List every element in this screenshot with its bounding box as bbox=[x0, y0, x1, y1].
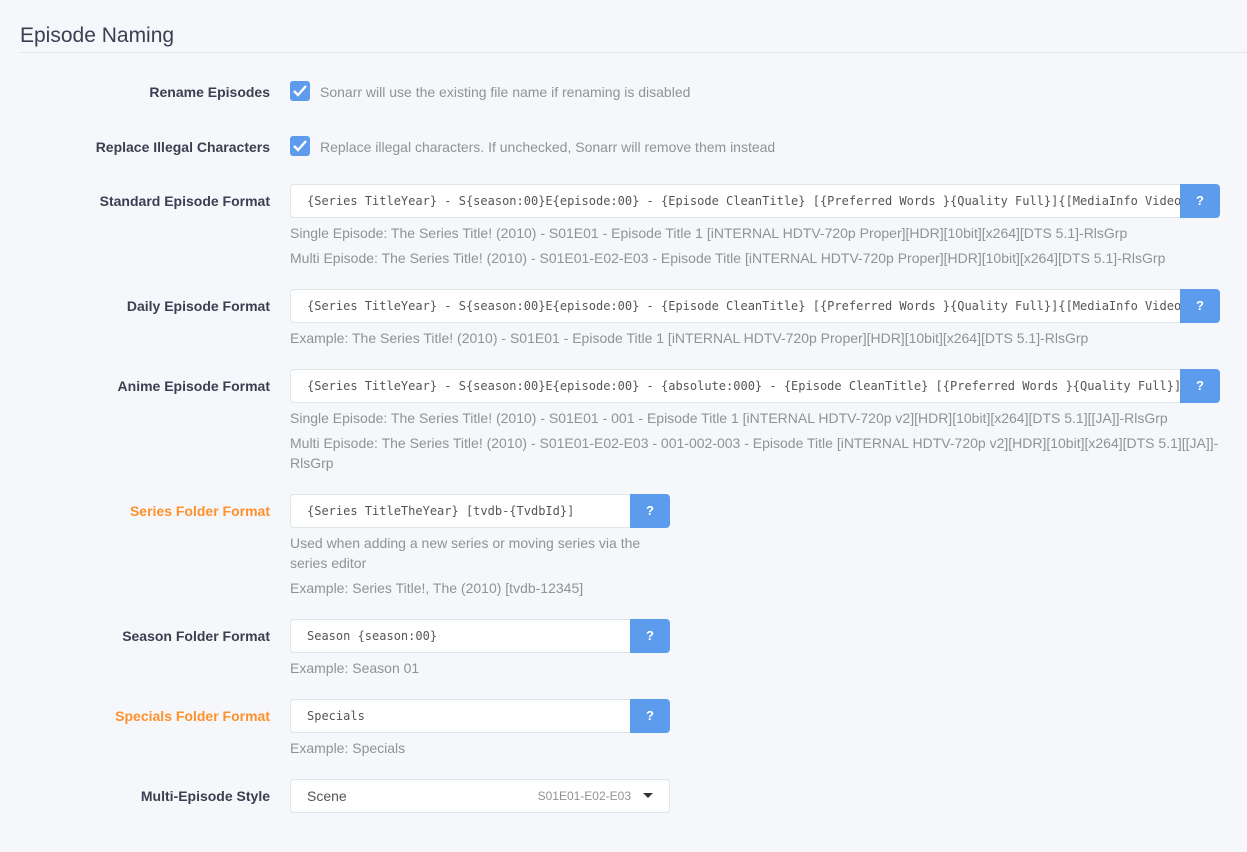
season-folder-group: Season {season:00} ? bbox=[290, 619, 670, 653]
daily-format-input[interactable]: {Series TitleYear} - S{season:00}E{episo… bbox=[290, 289, 1180, 323]
checkmark-icon bbox=[293, 85, 307, 97]
standard-format-example-single: Single Episode: The Series Title! (2010)… bbox=[290, 225, 1128, 241]
daily-format-example: Example: The Series Title! (2010) - S01E… bbox=[290, 330, 1089, 346]
season-folder-label: Season Folder Format bbox=[122, 628, 270, 644]
anime-format-input[interactable]: {Series TitleYear} - S{season:00}E{episo… bbox=[290, 369, 1180, 403]
standard-format-input[interactable]: {Series TitleYear} - S{season:00}E{episo… bbox=[290, 184, 1180, 218]
daily-format-help-button[interactable]: ? bbox=[1180, 289, 1220, 323]
replace-illegal-label: Replace Illegal Characters bbox=[95, 139, 270, 155]
multi-episode-value: Scene bbox=[307, 788, 347, 804]
rename-episodes-help: Sonarr will use the existing file name i… bbox=[320, 84, 691, 100]
anime-format-example-multi: Multi Episode: The Series Title! (2010) … bbox=[290, 435, 1219, 451]
season-folder-help-button[interactable]: ? bbox=[630, 619, 670, 653]
rename-episodes-checkbox[interactable] bbox=[290, 81, 310, 101]
daily-format-group: {Series TitleYear} - S{season:00}E{episo… bbox=[290, 289, 1220, 323]
series-folder-example: Example: Series Title!, The (2010) [tvdb… bbox=[290, 580, 584, 596]
series-folder-label: Series Folder Format bbox=[129, 503, 270, 519]
section-divider bbox=[20, 52, 1247, 53]
season-folder-input[interactable]: Season {season:00} bbox=[290, 619, 630, 653]
specials-folder-label: Specials Folder Format bbox=[115, 708, 270, 724]
chevron-down-icon bbox=[643, 793, 653, 798]
rename-episodes-label: Rename Episodes bbox=[149, 84, 270, 100]
specials-folder-input[interactable]: Specials bbox=[290, 699, 630, 733]
section-title: Episode Naming bbox=[20, 24, 175, 47]
multi-episode-hint: S01E01-E02-E03 bbox=[537, 789, 631, 803]
standard-format-help-button[interactable]: ? bbox=[1180, 184, 1220, 218]
specials-folder-example: Example: Specials bbox=[290, 740, 406, 756]
series-folder-input[interactable]: {Series TitleTheYear} [tvdb-{TvdbId}] bbox=[290, 494, 630, 528]
specials-folder-group: Specials ? bbox=[290, 699, 670, 733]
multi-episode-select[interactable]: Scene S01E01-E02-E03 bbox=[290, 779, 670, 813]
anime-format-label: Anime Episode Format bbox=[117, 378, 270, 394]
season-folder-example: Example: Season 01 bbox=[290, 660, 420, 676]
anime-format-example-single: Single Episode: The Series Title! (2010)… bbox=[290, 410, 1168, 426]
standard-format-example-multi: Multi Episode: The Series Title! (2010) … bbox=[290, 250, 1166, 266]
standard-format-group: {Series TitleYear} - S{season:00}E{episo… bbox=[290, 184, 1220, 218]
series-folder-help-line2: series editor bbox=[290, 555, 367, 571]
checkmark-icon bbox=[293, 140, 307, 152]
specials-folder-help-button[interactable]: ? bbox=[630, 699, 670, 733]
daily-format-label: Daily Episode Format bbox=[126, 298, 270, 314]
multi-episode-label: Multi-Episode Style bbox=[140, 788, 270, 804]
series-folder-help-button[interactable]: ? bbox=[630, 494, 670, 528]
anime-format-group: {Series TitleYear} - S{season:00}E{episo… bbox=[290, 369, 1220, 403]
anime-format-help-button[interactable]: ? bbox=[1180, 369, 1220, 403]
series-folder-group: {Series TitleTheYear} [tvdb-{TvdbId}] ? bbox=[290, 494, 670, 528]
anime-format-example-multi-cont: RlsGrp bbox=[290, 455, 334, 471]
replace-illegal-checkbox[interactable] bbox=[290, 136, 310, 156]
series-folder-help-line1: Used when adding a new series or moving … bbox=[290, 535, 641, 551]
standard-format-label: Standard Episode Format bbox=[99, 193, 270, 209]
replace-illegal-help: Replace illegal characters. If unchecked… bbox=[320, 139, 776, 155]
